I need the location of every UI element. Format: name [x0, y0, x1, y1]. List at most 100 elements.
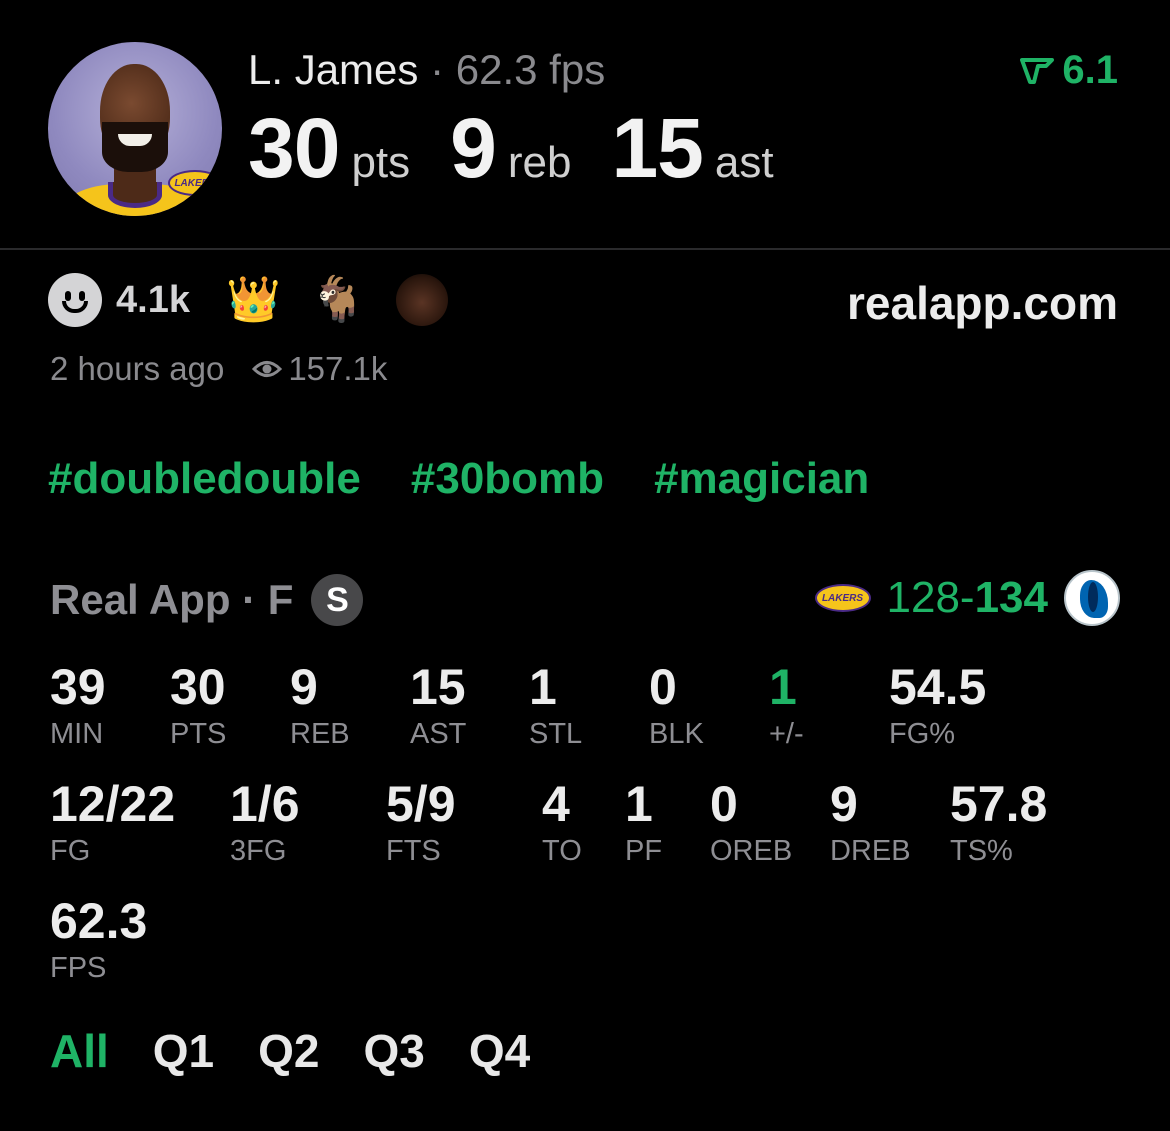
hashtag[interactable]: #30bomb: [411, 454, 604, 504]
stat-pf: 1 PF: [625, 779, 662, 866]
headline-stats: 30 pts 9 reb 15 ast: [248, 100, 774, 197]
smiley-icon[interactable]: [48, 273, 102, 327]
player-avatar[interactable]: LAKERS: [48, 42, 222, 216]
stat-value: 1: [529, 659, 557, 715]
hashtag[interactable]: #doubledouble: [48, 454, 361, 504]
stat-pts: 30 PTS: [170, 662, 226, 749]
view-count: 157.1k: [288, 350, 388, 387]
mavs-mane: [1088, 582, 1098, 612]
stat-to: 4 TO: [542, 779, 582, 866]
stat-fps: 62.3 FPS: [50, 896, 147, 983]
team-logo: LAKERS: [168, 170, 222, 196]
smiley-mouth: [62, 301, 88, 313]
stat-value: 12/22: [50, 776, 176, 832]
tab-q4[interactable]: Q4: [469, 1024, 530, 1078]
stat-value: 15: [410, 659, 466, 715]
hashtags: #doubledouble #30bomb #magician: [48, 454, 919, 504]
stat-value: 30: [170, 659, 226, 715]
avatar-beard: [102, 122, 168, 172]
stat-label: TO: [542, 835, 582, 867]
mavericks-logo-icon: [1064, 570, 1120, 626]
score-text: 128-134: [887, 573, 1049, 623]
stat-label: OREB: [710, 835, 793, 867]
stat-min: 39 MIN: [50, 662, 106, 749]
source-label: Real App · F: [50, 576, 294, 623]
stat-blk: 0 BLK: [649, 662, 704, 749]
tab-q2[interactable]: Q2: [258, 1024, 319, 1078]
stat-label: FTS: [386, 835, 441, 867]
header-divider: [0, 248, 1170, 250]
tab-q1[interactable]: Q1: [153, 1024, 214, 1078]
stat-label: MIN: [50, 718, 104, 750]
stat-label: TS%: [950, 835, 1013, 867]
reaction-count[interactable]: 4.1k: [116, 279, 190, 322]
stat-oreb: 0 OREB: [710, 779, 792, 866]
stat-value: 62.3: [50, 893, 148, 949]
headline-reb-unit: reb: [507, 138, 572, 187]
stat-value: 5/9: [386, 776, 456, 832]
game-score[interactable]: LAKERS 128-134: [814, 570, 1120, 626]
stat-value: 9: [830, 776, 858, 832]
headline-pts: 30: [248, 101, 340, 195]
post-meta: 2 hours ago 157.1k: [50, 350, 387, 388]
stat-value: 57.8: [950, 776, 1048, 832]
hashtag[interactable]: #magician: [654, 454, 869, 504]
stat-label: 3FG: [230, 835, 287, 867]
stat-value: 0: [710, 776, 738, 832]
period-tabs: All Q1 Q2 Q3 Q4: [50, 1024, 574, 1078]
stat-label: PTS: [170, 718, 227, 750]
stat-reb: 9 REB: [290, 662, 350, 749]
stat-3fg: 1/6 3FG: [230, 779, 300, 866]
stat-ts-pct: 57.8 TS%: [950, 779, 1047, 866]
status-badge[interactable]: S: [311, 574, 364, 626]
reactions-bar: 4.1k 👑 🐐: [48, 272, 448, 328]
stat-dreb: 9 DREB: [830, 779, 911, 866]
stat-fg: 12/22 FG: [50, 779, 175, 866]
post-time: 2 hours ago: [50, 350, 225, 387]
smiley-eye-left: [65, 291, 71, 301]
stat-plus-minus: 1 +/-: [769, 662, 804, 749]
stat-label: STL: [529, 718, 583, 750]
stat-ast: 15 AST: [410, 662, 466, 749]
game-source: Real App · F S: [50, 574, 364, 626]
player-name[interactable]: L. James: [248, 46, 418, 93]
headline-ast: 15: [611, 101, 703, 195]
stat-label: BLK: [649, 718, 704, 750]
rating-logo-icon: [1020, 57, 1055, 84]
tab-q3[interactable]: Q3: [364, 1024, 425, 1078]
views: 157.1k: [252, 350, 387, 388]
stat-fts: 5/9 FTS: [386, 779, 456, 866]
stat-label: FG: [50, 835, 91, 867]
tab-all[interactable]: All: [50, 1024, 109, 1078]
goat-emoji[interactable]: 🐐: [311, 278, 366, 322]
stat-value: 54.5: [889, 659, 987, 715]
stat-value: 1: [769, 659, 797, 715]
headline-ast-unit: ast: [714, 138, 774, 187]
stat-label: +/-: [769, 718, 804, 750]
stat-label: REB: [290, 718, 350, 750]
lakers-logo-icon: LAKERS: [814, 584, 871, 612]
stat-label: FPS: [50, 952, 107, 984]
stat-value: 39: [50, 659, 106, 715]
headline-pts-unit: pts: [351, 138, 411, 187]
avatar-collar: [108, 182, 162, 208]
score-left: 128: [886, 573, 960, 622]
stat-value: 4: [542, 776, 570, 832]
stat-label: PF: [625, 835, 663, 867]
stat-value: 9: [290, 659, 318, 715]
player-name-line[interactable]: L. James · 62.3 fps: [248, 46, 605, 94]
crown-emoji[interactable]: 👑: [226, 278, 281, 322]
stat-value: 1/6: [230, 776, 300, 832]
site-link[interactable]: realapp.com: [847, 276, 1118, 330]
score-right: 134: [974, 573, 1048, 622]
stat-value: 0: [649, 659, 677, 715]
stat-label: AST: [410, 718, 467, 750]
headline-reb: 9: [450, 101, 497, 195]
separator: ·: [430, 46, 445, 93]
stat-label: FG%: [889, 718, 956, 750]
rating-badge[interactable]: 6.1: [1020, 48, 1118, 93]
stat-fg-pct: 54.5 FG%: [889, 662, 986, 749]
stat-value: 1: [625, 776, 653, 832]
smiley-eye-right: [79, 291, 85, 301]
face-emoji[interactable]: [395, 274, 448, 326]
